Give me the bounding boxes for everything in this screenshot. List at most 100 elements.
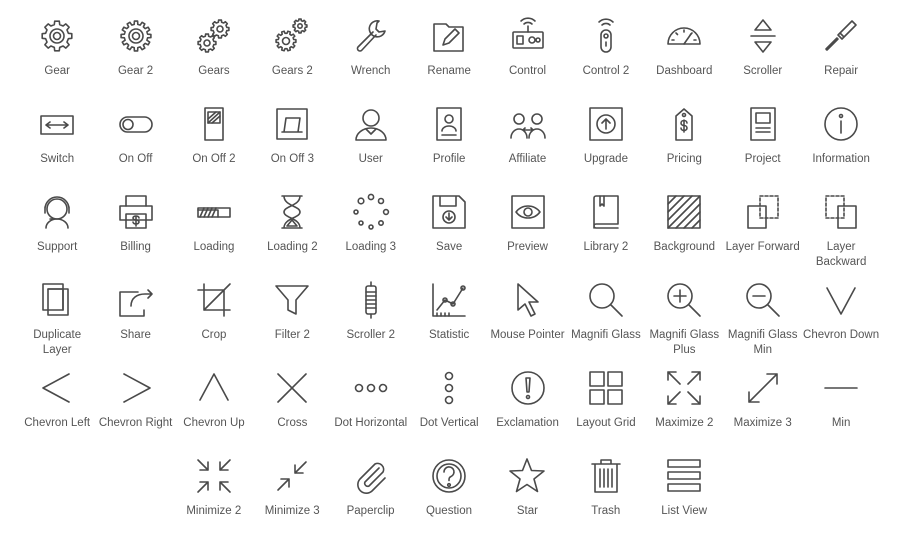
icon-row: Gear Gear 2 Gears Gears 2 Wrench Rename Contro…: [18, 14, 880, 102]
icon-cell: Dashboard: [645, 14, 723, 102]
profile-icon: [427, 102, 471, 146]
icon-cell: Paperclip: [331, 454, 409, 542]
icon-cell: Statistic: [410, 278, 488, 366]
wrench-icon: [349, 14, 393, 58]
icon-cell: Switch: [18, 102, 96, 190]
icon-cell: Background: [645, 190, 723, 278]
icon-label: Control 2: [582, 65, 630, 77]
icon-label: Exclamation: [496, 417, 559, 429]
background-icon: [662, 190, 706, 234]
maximize-3-icon: [741, 366, 785, 410]
icon-cell: Gears 2: [253, 14, 331, 102]
icon-cell: Control 2: [567, 14, 645, 102]
icon-label: Chevron Right: [98, 417, 173, 429]
library-2-icon: [584, 190, 628, 234]
scroller-icon: [741, 14, 785, 58]
crop-icon: [192, 278, 236, 322]
loading-2-icon: [270, 190, 314, 234]
icon-label: Background: [653, 241, 715, 253]
icon-label: Loading 2: [267, 241, 318, 253]
icon-cell: Pricing: [645, 102, 723, 190]
icon-cell: Question: [410, 454, 488, 542]
icon-label: Control: [508, 65, 547, 77]
icon-cell: Chevron Down: [802, 278, 880, 366]
pricing-icon: [662, 102, 706, 146]
icon-label: Crop: [201, 329, 227, 341]
icon-cell: Chevron Right: [96, 366, 174, 454]
icon-cell: Preview: [488, 190, 566, 278]
icon-cell: Crop: [175, 278, 253, 366]
icon-label: Layer Forward: [725, 241, 800, 253]
icon-cell: Support: [18, 190, 96, 278]
icon-label: Gear 2: [117, 65, 154, 77]
on-off-3-icon: [270, 102, 314, 146]
preview-icon: [506, 190, 550, 234]
icon-cell: On Off 3: [253, 102, 331, 190]
icon-cell: Wrench: [332, 14, 410, 102]
icon-cell: Maximize 3: [724, 366, 802, 454]
icon-label: On Off: [118, 153, 153, 165]
icon-label: Dashboard: [656, 65, 713, 77]
icon-cell: Magnifi Glass Plus: [645, 278, 723, 366]
gears-2-icon: [270, 14, 314, 58]
icon-label: Project: [744, 153, 781, 165]
star-icon: [505, 454, 549, 498]
icon-cell: User: [332, 102, 410, 190]
icon-cell: Layout Grid: [567, 366, 645, 454]
icon-cell: Loading 3: [332, 190, 410, 278]
icon-label: Maximize 2: [655, 417, 714, 429]
repair-icon: [819, 14, 863, 58]
icon-label: Profile: [432, 153, 466, 165]
icon-cell: Layer Forward: [724, 190, 802, 278]
icon-cell: On Off: [96, 102, 174, 190]
on-off-icon: [114, 102, 158, 146]
icon-label: On Off 2: [192, 153, 236, 165]
magnifi-glass-min-icon: [741, 278, 785, 322]
user-icon: [349, 102, 393, 146]
filter-2-icon: [270, 278, 314, 322]
icon-label: Gears 2: [271, 65, 313, 77]
maximize-2-icon: [662, 366, 706, 410]
exclamation-icon: [506, 366, 550, 410]
icon-cell: Billing: [96, 190, 174, 278]
icon-cell: Dot Vertical: [410, 366, 488, 454]
icon-label: Save: [436, 241, 463, 253]
icon-label: Question: [425, 505, 472, 517]
icon-row: Duplicate Layer Share Crop Filter 2 Scroller…: [18, 278, 880, 366]
icon-cell: Mouse Pointer: [488, 278, 566, 366]
icon-label: Magnifi Glass: [571, 329, 641, 341]
trash-icon: [584, 454, 628, 498]
loading-icon: [192, 190, 236, 234]
icon-cell: Scroller: [724, 14, 802, 102]
icon-cell: Magnifi Glass: [567, 278, 645, 366]
icon-label: Mouse Pointer: [490, 329, 565, 341]
statistic-icon: [427, 278, 471, 322]
paperclip-icon: [349, 454, 393, 498]
icon-row: Chevron Left Chevron Right Chevron Up Cross…: [18, 366, 880, 454]
icon-cell: Maximize 2: [645, 366, 723, 454]
icon-cell: On Off 2: [175, 102, 253, 190]
layer-forward-icon: [741, 190, 785, 234]
icon-cell: Cross: [253, 366, 331, 454]
icon-label: Chevron Up: [183, 417, 245, 429]
icon-label: Chevron Left: [24, 417, 91, 429]
icon-label: Wrench: [351, 65, 391, 77]
mouse-pointer-icon: [506, 278, 550, 322]
icon-cell: Control: [488, 14, 566, 102]
chevron-up-icon: [192, 366, 236, 410]
icon-label: Support: [37, 241, 78, 253]
minimize-2-icon: [192, 454, 236, 498]
icon-cell: Duplicate Layer: [18, 278, 96, 366]
icon-label: Maximize 3: [733, 417, 792, 429]
icon-label: Minimize 3: [264, 505, 320, 517]
icon-cell: List View: [645, 454, 723, 542]
layout-grid-icon: [584, 366, 628, 410]
chevron-right-icon: [114, 366, 158, 410]
project-icon: [741, 102, 785, 146]
icon-label: Loading: [193, 241, 235, 253]
loading-3-icon: [349, 190, 393, 234]
icon-row: Minimize 2 Minimize 3 Paperclip Question Sta…: [18, 454, 880, 542]
icon-cell: Share: [96, 278, 174, 366]
icon-cell: Chevron Up: [175, 366, 253, 454]
switch-icon: [35, 102, 79, 146]
